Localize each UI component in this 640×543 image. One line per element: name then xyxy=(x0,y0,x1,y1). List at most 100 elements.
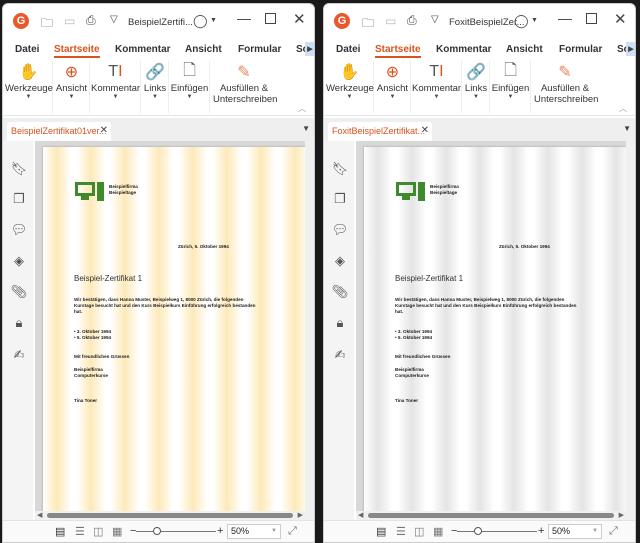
tab-datei[interactable]: Datei xyxy=(336,44,360,55)
continuous-facing-icon[interactable]: ▦ xyxy=(433,525,443,538)
pages-icon[interactable]: ❐ xyxy=(11,191,27,207)
tab-ansicht[interactable]: Ansicht xyxy=(185,44,222,55)
einfuegen-button[interactable]: 🗋 Einfügen ▼ xyxy=(491,61,531,113)
ribbon: ✋ Werkzeuge ▼ ⊕ Ansicht ▼ T I Kommentar ▼ 🔗 Link… xyxy=(3,61,314,116)
scrollbar-thumb[interactable] xyxy=(368,513,614,518)
maximize-button[interactable] xyxy=(586,13,597,24)
signature-company-2: Computerkurse xyxy=(395,373,429,378)
tab-datei[interactable]: Datei xyxy=(15,44,39,55)
open-folder-icon[interactable]: 🗀 xyxy=(362,14,374,35)
tab-formular[interactable]: Formular xyxy=(559,44,602,55)
continuous-facing-icon[interactable]: ▦ xyxy=(112,525,122,538)
body-line-3: hat. xyxy=(74,309,83,314)
open-folder-icon[interactable]: 🗀 xyxy=(41,14,53,35)
single-page-icon[interactable]: ▤ xyxy=(376,525,386,538)
close-tab-icon[interactable]: ✕ xyxy=(421,125,429,136)
foxit-window: G 🗀 ▭ ⎙ ▽ BeispielZertifi... ◯ ▼ — ✕ Dat… xyxy=(2,3,315,543)
insert-file-icon: 🗋 xyxy=(183,61,196,79)
fullscreen-icon[interactable]: ⤢ xyxy=(609,525,618,538)
comments-icon[interactable]: 💬︎ xyxy=(332,222,349,238)
maximize-button[interactable] xyxy=(265,13,276,24)
save-icon[interactable]: ▭ xyxy=(385,14,396,28)
zoom-level-select[interactable]: 50% ▼ xyxy=(227,524,281,539)
bookmark-icon[interactable]: 🔖︎ xyxy=(332,161,349,177)
scroll-tabs-right-icon[interactable]: ▶ xyxy=(305,42,314,56)
customize-dropdown-icon[interactable]: ▽ xyxy=(431,14,439,25)
collapse-ribbon-icon[interactable]: ︿ xyxy=(619,103,627,114)
zoom-slider[interactable] xyxy=(136,531,216,532)
continuous-page-icon[interactable]: ☰ xyxy=(75,525,85,538)
attachment-icon[interactable]: 📎︎ xyxy=(332,284,349,300)
bookmark-icon[interactable]: 🔖︎ xyxy=(11,161,28,177)
werkzeuge-button[interactable]: ✋ Werkzeuge ▼ xyxy=(5,61,53,113)
kommentar-button[interactable]: T I Kommentar ▼ xyxy=(91,61,141,113)
zoom-slider-knob[interactable] xyxy=(153,527,161,535)
close-button[interactable]: ✕ xyxy=(614,10,627,28)
tab-list-dropdown-icon[interactable]: ▼ xyxy=(302,124,310,133)
account-icon[interactable]: ◯ xyxy=(193,13,208,29)
ansicht-button[interactable]: ⊕ Ansicht ▼ xyxy=(375,61,411,113)
collapse-ribbon-icon[interactable]: ︿ xyxy=(298,103,306,114)
zoom-in-icon[interactable]: + xyxy=(217,525,223,537)
facing-page-icon[interactable]: ◫ xyxy=(414,525,424,538)
document-view[interactable]: Beispielfirma Beispieltage Zürich, 5. Ok… xyxy=(35,141,305,520)
tab-startseite[interactable]: Startseite xyxy=(54,44,100,58)
zoom-slider[interactable] xyxy=(457,531,537,532)
horizontal-scrollbar[interactable]: ◀ ▶ xyxy=(35,511,305,520)
tab-kommentar[interactable]: Kommentar xyxy=(436,44,492,55)
zoom-in-icon[interactable]: + xyxy=(538,525,544,537)
layers-icon[interactable]: ◈ xyxy=(11,253,27,269)
close-button[interactable]: ✕ xyxy=(293,10,306,28)
minimize-button[interactable]: — xyxy=(237,10,251,26)
einfuegen-button[interactable]: 🗋 Einfügen ▼ xyxy=(170,61,210,113)
document-tab[interactable]: FoxitBeispielZertifikat... ✕ xyxy=(328,122,432,141)
signature-icon[interactable]: ✍︎ xyxy=(11,347,27,363)
greeting: Mit freundlichen Grüssen xyxy=(74,354,130,359)
title-bar: G 🗀 ▭ ⎙ ▽ BeispielZertifi... ◯ ▼ — ✕ xyxy=(3,4,314,40)
signature-icon[interactable]: ✍︎ xyxy=(332,347,348,363)
comments-icon[interactable]: 💬︎ xyxy=(11,222,28,238)
links-button[interactable]: 🔗 Links ▼ xyxy=(463,61,490,113)
ansicht-button[interactable]: ⊕ Ansicht ▼ xyxy=(54,61,90,113)
text-comment-icon: TI xyxy=(108,63,123,80)
tab-startseite[interactable]: Startseite xyxy=(375,44,421,58)
print-icon[interactable]: ⎙ xyxy=(407,13,417,28)
layers-icon[interactable]: ◈ xyxy=(332,253,348,269)
tab-kommentar[interactable]: Kommentar xyxy=(115,44,171,55)
horizontal-scrollbar[interactable]: ◀ ▶ xyxy=(356,511,626,520)
fill-sign-button[interactable]: ✎ Ausfüllen & Unterschreiben xyxy=(213,61,277,113)
single-page-icon[interactable]: ▤ xyxy=(55,525,65,538)
zoom-slider-knob[interactable] xyxy=(474,527,482,535)
tab-list-dropdown-icon[interactable]: ▼ xyxy=(623,124,631,133)
kommentar-button[interactable]: T I Kommentar ▼ xyxy=(412,61,462,113)
account-icon[interactable]: ◯ xyxy=(514,13,529,29)
links-button[interactable]: 🔗 Links ▼ xyxy=(142,61,169,113)
vertical-scrollbar[interactable] xyxy=(626,141,635,520)
facing-page-icon[interactable]: ◫ xyxy=(93,525,103,538)
customize-dropdown-icon[interactable]: ▽ xyxy=(110,14,118,25)
document-tab[interactable]: BeispielZertifikat01ver... ✕ xyxy=(7,122,111,141)
attachment-icon[interactable]: 📎︎ xyxy=(11,284,28,300)
scrollbar-thumb[interactable] xyxy=(47,513,293,518)
close-tab-icon[interactable]: ✕ xyxy=(100,125,108,136)
chevron-down-icon[interactable]: ▼ xyxy=(210,17,217,24)
chevron-down-icon[interactable]: ▼ xyxy=(531,17,538,24)
pages-icon[interactable]: ❐ xyxy=(332,191,348,207)
fullscreen-icon[interactable]: ⤢ xyxy=(288,525,297,538)
tab-ansicht[interactable]: Ansicht xyxy=(506,44,543,55)
minimize-button[interactable]: — xyxy=(558,10,572,26)
tab-formular[interactable]: Formular xyxy=(238,44,281,55)
continuous-page-icon[interactable]: ☰ xyxy=(396,525,406,538)
document-view[interactable]: Beispielfirma Beispieltage Zürich, 5. Ok… xyxy=(356,141,626,520)
zoom-in-icon: ⊕ xyxy=(385,64,400,81)
print-icon[interactable]: ⎙ xyxy=(86,13,96,28)
werkzeuge-button[interactable]: ✋ Werkzeuge ▼ xyxy=(326,61,374,113)
date: Zürich, 5. Oktober 1994 xyxy=(499,244,550,249)
zoom-level-select[interactable]: 50% ▼ xyxy=(548,524,602,539)
security-lock-icon[interactable]: 🔒︎ xyxy=(11,315,27,331)
vertical-scrollbar[interactable] xyxy=(305,141,314,520)
security-lock-icon[interactable]: 🔒︎ xyxy=(332,315,348,331)
fill-sign-button[interactable]: ✎ Ausfüllen & Unterschreiben xyxy=(534,61,598,113)
scroll-tabs-right-icon[interactable]: ▶ xyxy=(626,42,635,56)
save-icon[interactable]: ▭ xyxy=(64,14,75,28)
